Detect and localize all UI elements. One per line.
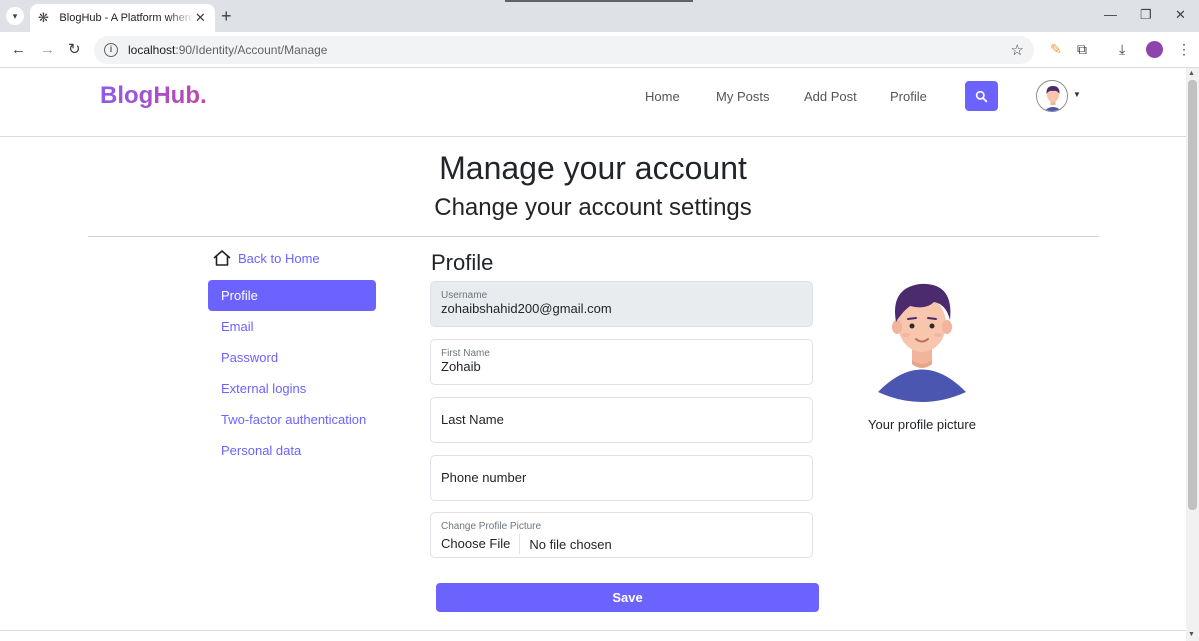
phone-number-placeholder: Phone number xyxy=(441,470,527,485)
phone-number-field[interactable]: Phone number xyxy=(430,455,813,501)
url-text: localhost:90/Identity/Account/Manage xyxy=(128,43,328,57)
save-button[interactable]: Save xyxy=(436,583,819,612)
chevron-down-icon[interactable]: ▼ xyxy=(1073,90,1081,99)
last-name-field[interactable]: Last Name xyxy=(430,397,813,443)
back-to-home-link[interactable]: Back to Home xyxy=(212,249,320,267)
back-to-home-label: Back to Home xyxy=(238,250,320,266)
address-bar[interactable]: i localhost:90/Identity/Account/Manage ☆ xyxy=(94,36,1034,64)
file-status-text: No file chosen xyxy=(529,536,612,552)
sidebar-item-password[interactable]: Password xyxy=(208,342,376,373)
tab-close-icon[interactable]: ✕ xyxy=(194,10,207,26)
scrollbar-thumb[interactable] xyxy=(1188,80,1197,510)
minimize-icon[interactable]: — xyxy=(1104,7,1117,22)
forward-arrow-icon[interactable]: → xyxy=(40,41,55,59)
sidebar-item-external-logins[interactable]: External logins xyxy=(208,373,376,404)
sidebar-item-two-factor[interactable]: Two-factor authentication xyxy=(208,404,376,435)
scroll-up-icon[interactable]: ▲ xyxy=(1188,70,1195,77)
nav-profile[interactable]: Profile xyxy=(890,89,927,104)
section-title: Profile xyxy=(431,250,494,275)
avatar-icon xyxy=(1037,81,1067,111)
home-icon xyxy=(213,250,231,266)
last-name-placeholder: Last Name xyxy=(441,412,504,427)
nav-add-post[interactable]: Add Post xyxy=(804,89,857,104)
browser-profile-avatar[interactable] xyxy=(1146,41,1163,58)
divider xyxy=(88,236,1099,237)
search-icon xyxy=(975,90,988,102)
extensions-puzzle-icon[interactable]: ⧉ xyxy=(1077,41,1087,58)
sidebar-item-personal-data[interactable]: Personal data xyxy=(208,435,376,466)
favicon-icon: ❋ xyxy=(38,10,49,25)
tab-search-icon[interactable]: ▾ xyxy=(6,7,24,25)
new-tab-button[interactable]: + xyxy=(221,6,232,26)
choose-file-button[interactable]: Choose File xyxy=(441,534,521,554)
profile-picture-caption: Your profile picture xyxy=(868,417,976,432)
scroll-down-icon[interactable]: ▼ xyxy=(1188,631,1195,638)
profile-picture-label: Change Profile Picture xyxy=(441,521,542,532)
first-name-label: First Name xyxy=(441,348,490,359)
page-subtitle: Change your account settings xyxy=(434,194,752,221)
site-info-icon[interactable]: i xyxy=(104,43,118,57)
nav-my-posts[interactable]: My Posts xyxy=(716,89,769,104)
username-label: Username xyxy=(441,290,488,301)
back-arrow-icon[interactable]: ← xyxy=(11,41,26,59)
bookmark-star-icon[interactable]: ☆ xyxy=(1011,41,1024,59)
pen-extension-icon[interactable]: ✎ xyxy=(1050,41,1062,58)
username-field[interactable]: Username zohaibshahid200@gmail.com xyxy=(430,281,813,327)
tab-drag-indicator xyxy=(505,0,693,2)
close-window-icon[interactable]: ✕ xyxy=(1175,7,1186,23)
page-title: Manage your account xyxy=(439,150,747,186)
tab-title: BlogHub - A Platform where you xyxy=(59,12,194,24)
browser-toolbar: ← → ↻ i localhost:90/Identity/Account/Ma… xyxy=(0,32,1199,68)
brand-logo[interactable]: BlogHub. xyxy=(100,82,207,110)
site-header: BlogHub. Home My Posts Add Post Profile … xyxy=(0,68,1186,137)
user-avatar[interactable] xyxy=(1036,80,1068,112)
search-button[interactable] xyxy=(965,81,998,111)
first-name-field[interactable]: First Name Zohaib xyxy=(430,339,813,385)
reload-icon[interactable]: ↻ xyxy=(68,41,81,59)
nav-home[interactable]: Home xyxy=(645,89,680,104)
footer-divider xyxy=(0,630,1186,631)
account-side-nav: Profile Email Password External logins T… xyxy=(208,280,376,466)
sidebar-item-email[interactable]: Email xyxy=(208,311,376,342)
profile-picture-file-input[interactable]: Change Profile Picture Choose File No fi… xyxy=(430,512,813,558)
first-name-value: Zohaib xyxy=(441,359,481,374)
browser-menu-icon[interactable]: ⋮ xyxy=(1177,41,1191,58)
restore-icon[interactable]: ❐ xyxy=(1140,7,1152,23)
browser-tab[interactable]: ❋ BlogHub - A Platform where you ✕ xyxy=(30,4,215,32)
username-value: zohaibshahid200@gmail.com xyxy=(441,301,612,316)
download-icon[interactable]: ⤓ xyxy=(1119,41,1125,58)
browser-tab-bar: ▾ ❋ BlogHub - A Platform where you ✕ + —… xyxy=(0,0,1199,32)
profile-picture-image xyxy=(878,283,966,402)
sidebar-item-profile[interactable]: Profile xyxy=(208,280,376,311)
